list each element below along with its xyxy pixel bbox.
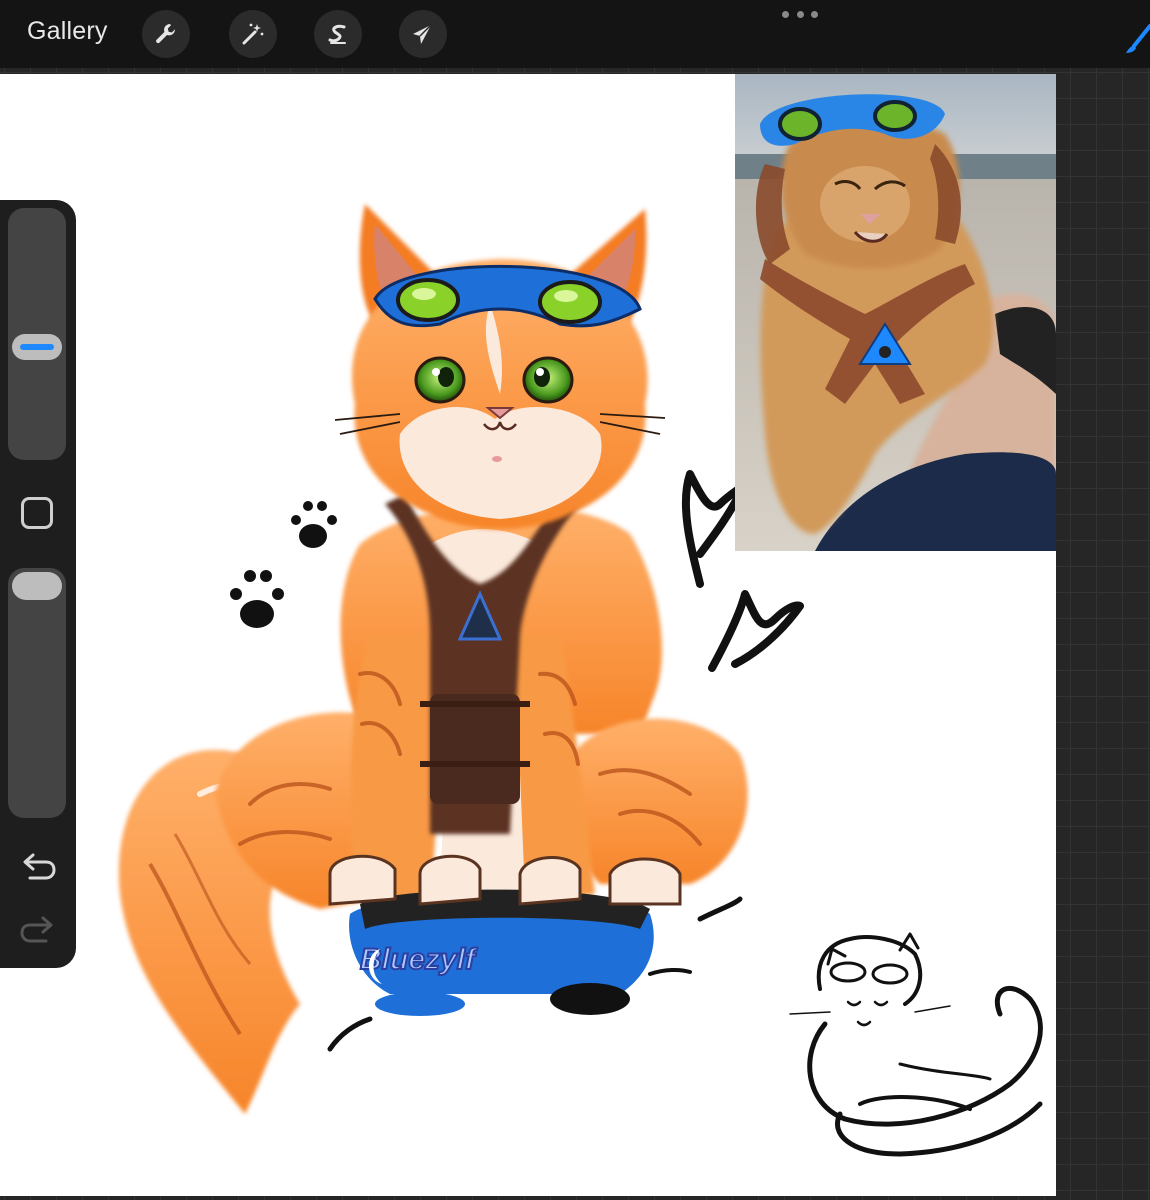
brush-size-slider[interactable] [8, 208, 66, 460]
redo-icon[interactable] [20, 915, 56, 945]
brush-size-thumb[interactable] [12, 334, 62, 360]
watermark-text: Bluezylf [360, 943, 478, 976]
procreate-app: Gallery Bluezylf [0, 0, 1150, 1200]
reference-photo [735, 74, 1056, 551]
modify-button[interactable] [21, 497, 53, 529]
actions-button[interactable] [142, 10, 190, 58]
sleeping-cat-sketch [789, 932, 1043, 1157]
selection-s-icon [328, 24, 346, 44]
cat-head [334, 204, 666, 529]
transform-button[interactable] [399, 10, 447, 58]
brush-opacity-slider[interactable] [8, 568, 66, 818]
undo-icon[interactable] [20, 852, 56, 882]
top-toolbar: Gallery [0, 0, 1150, 68]
brush-opacity-thumb[interactable] [12, 572, 62, 600]
gallery-button[interactable]: Gallery [27, 17, 108, 46]
selection-button[interactable] [314, 10, 362, 58]
wrench-icon [156, 24, 176, 44]
drawing-canvas[interactable]: Bluezylf [0, 74, 1056, 1196]
paw-prints-doodle [230, 501, 337, 628]
brush-icon[interactable] [1124, 24, 1150, 54]
brush-sidebar [0, 200, 76, 968]
magic-wand-icon [242, 23, 264, 45]
adjustments-button[interactable] [229, 10, 277, 58]
more-options-icon[interactable] [782, 6, 818, 22]
transform-arrow-icon [413, 24, 432, 44]
